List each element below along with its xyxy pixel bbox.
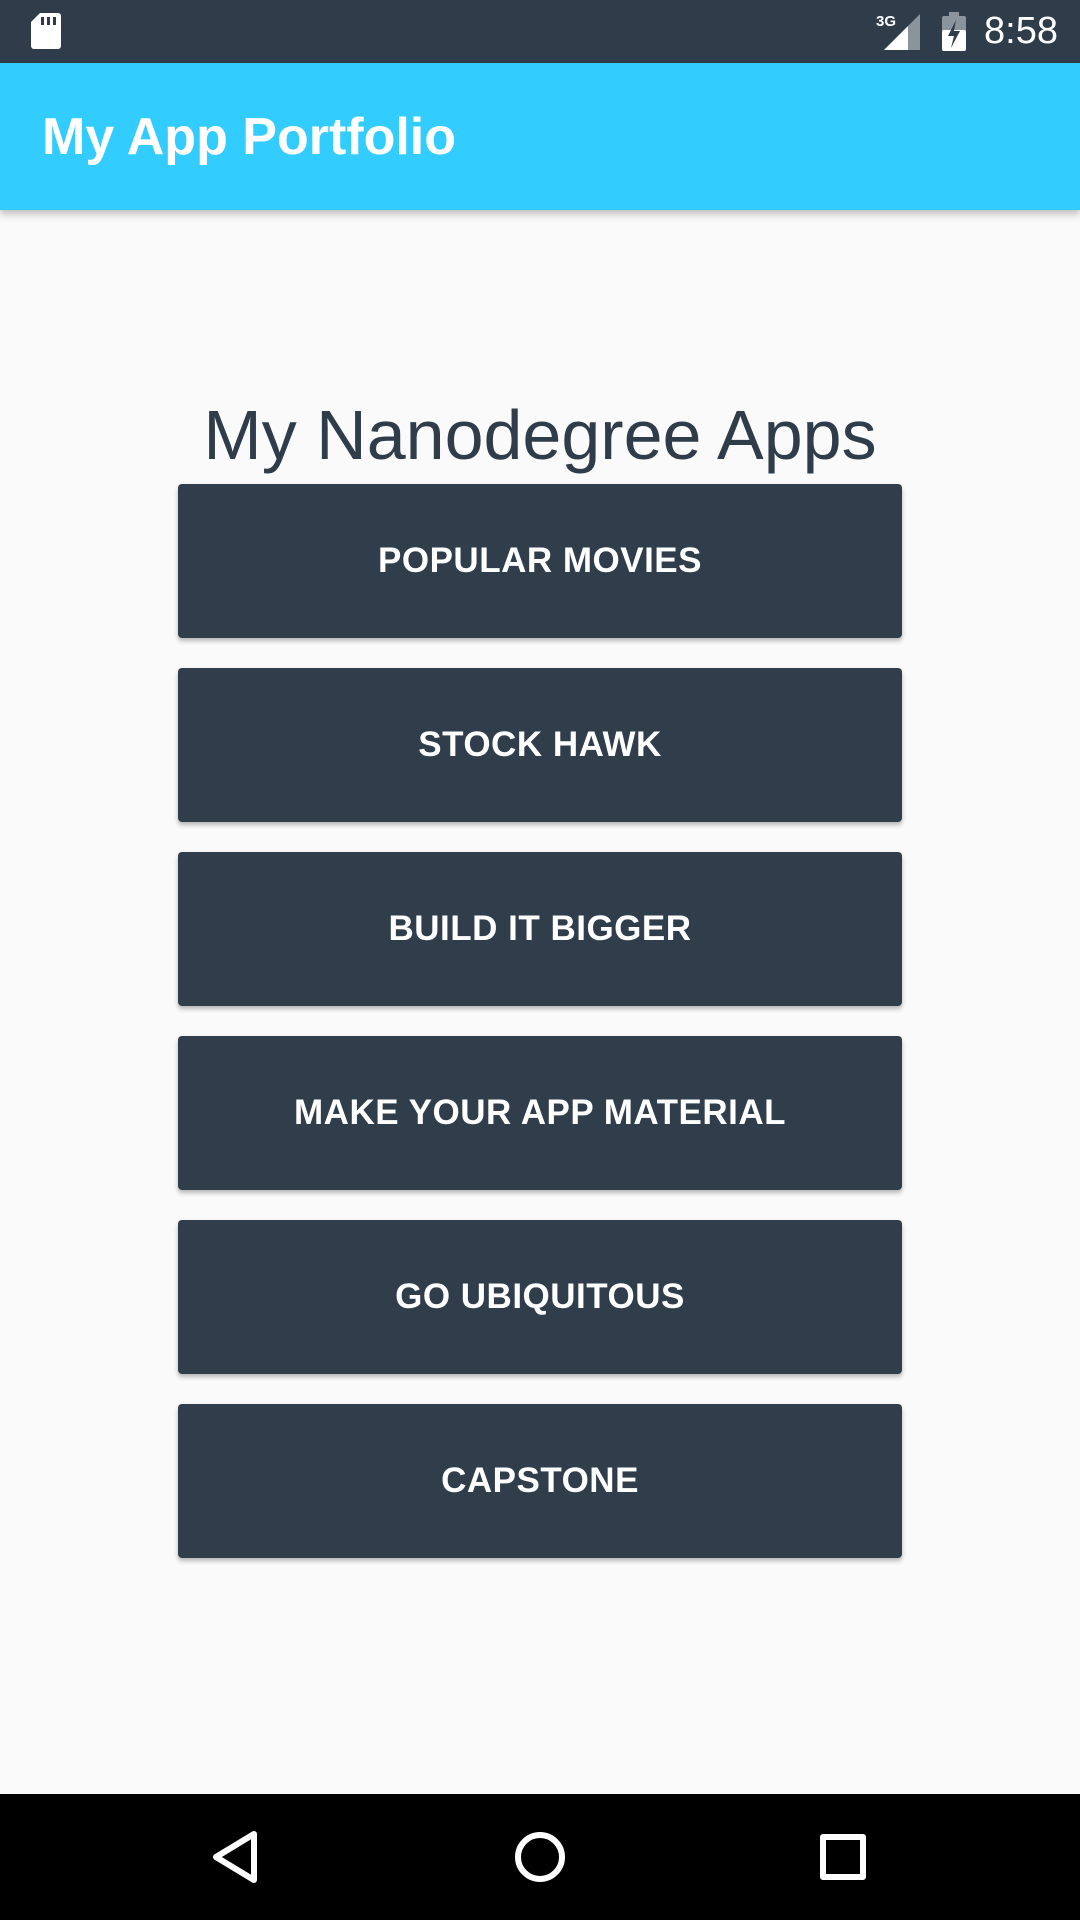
build-it-bigger-button[interactable]: BUILD IT BIGGER	[178, 852, 902, 1006]
status-bar: 3G 8:58	[0, 0, 1080, 63]
network-type-label: 3G	[876, 13, 896, 30]
stock-hawk-button[interactable]: STOCK HAWK	[178, 668, 902, 822]
main-content: My Nanodegree Apps POPULAR MOVIES STOCK …	[0, 210, 1080, 1794]
app-title: My App Portfolio	[42, 108, 457, 166]
recents-icon[interactable]	[808, 1822, 878, 1892]
app-button-list: POPULAR MOVIES STOCK HAWK BUILD IT BIGGE…	[178, 484, 902, 1588]
make-your-app-material-button[interactable]: MAKE YOUR APP MATERIAL	[178, 1036, 902, 1190]
app-bar: My App Portfolio	[0, 63, 1080, 210]
navigation-bar	[0, 1794, 1080, 1920]
go-ubiquitous-button[interactable]: GO UBIQUITOUS	[178, 1220, 902, 1374]
popular-movies-button[interactable]: POPULAR MOVIES	[178, 484, 902, 638]
cell-signal-icon: 3G	[876, 13, 920, 50]
back-icon[interactable]	[202, 1822, 272, 1892]
battery-charging-icon	[942, 12, 966, 51]
capstone-button[interactable]: CAPSTONE	[178, 1404, 902, 1558]
page-heading: My Nanodegree Apps	[203, 396, 877, 474]
sd-card-icon	[31, 13, 61, 49]
clock: 8:58	[984, 10, 1058, 52]
home-icon[interactable]	[505, 1822, 575, 1892]
